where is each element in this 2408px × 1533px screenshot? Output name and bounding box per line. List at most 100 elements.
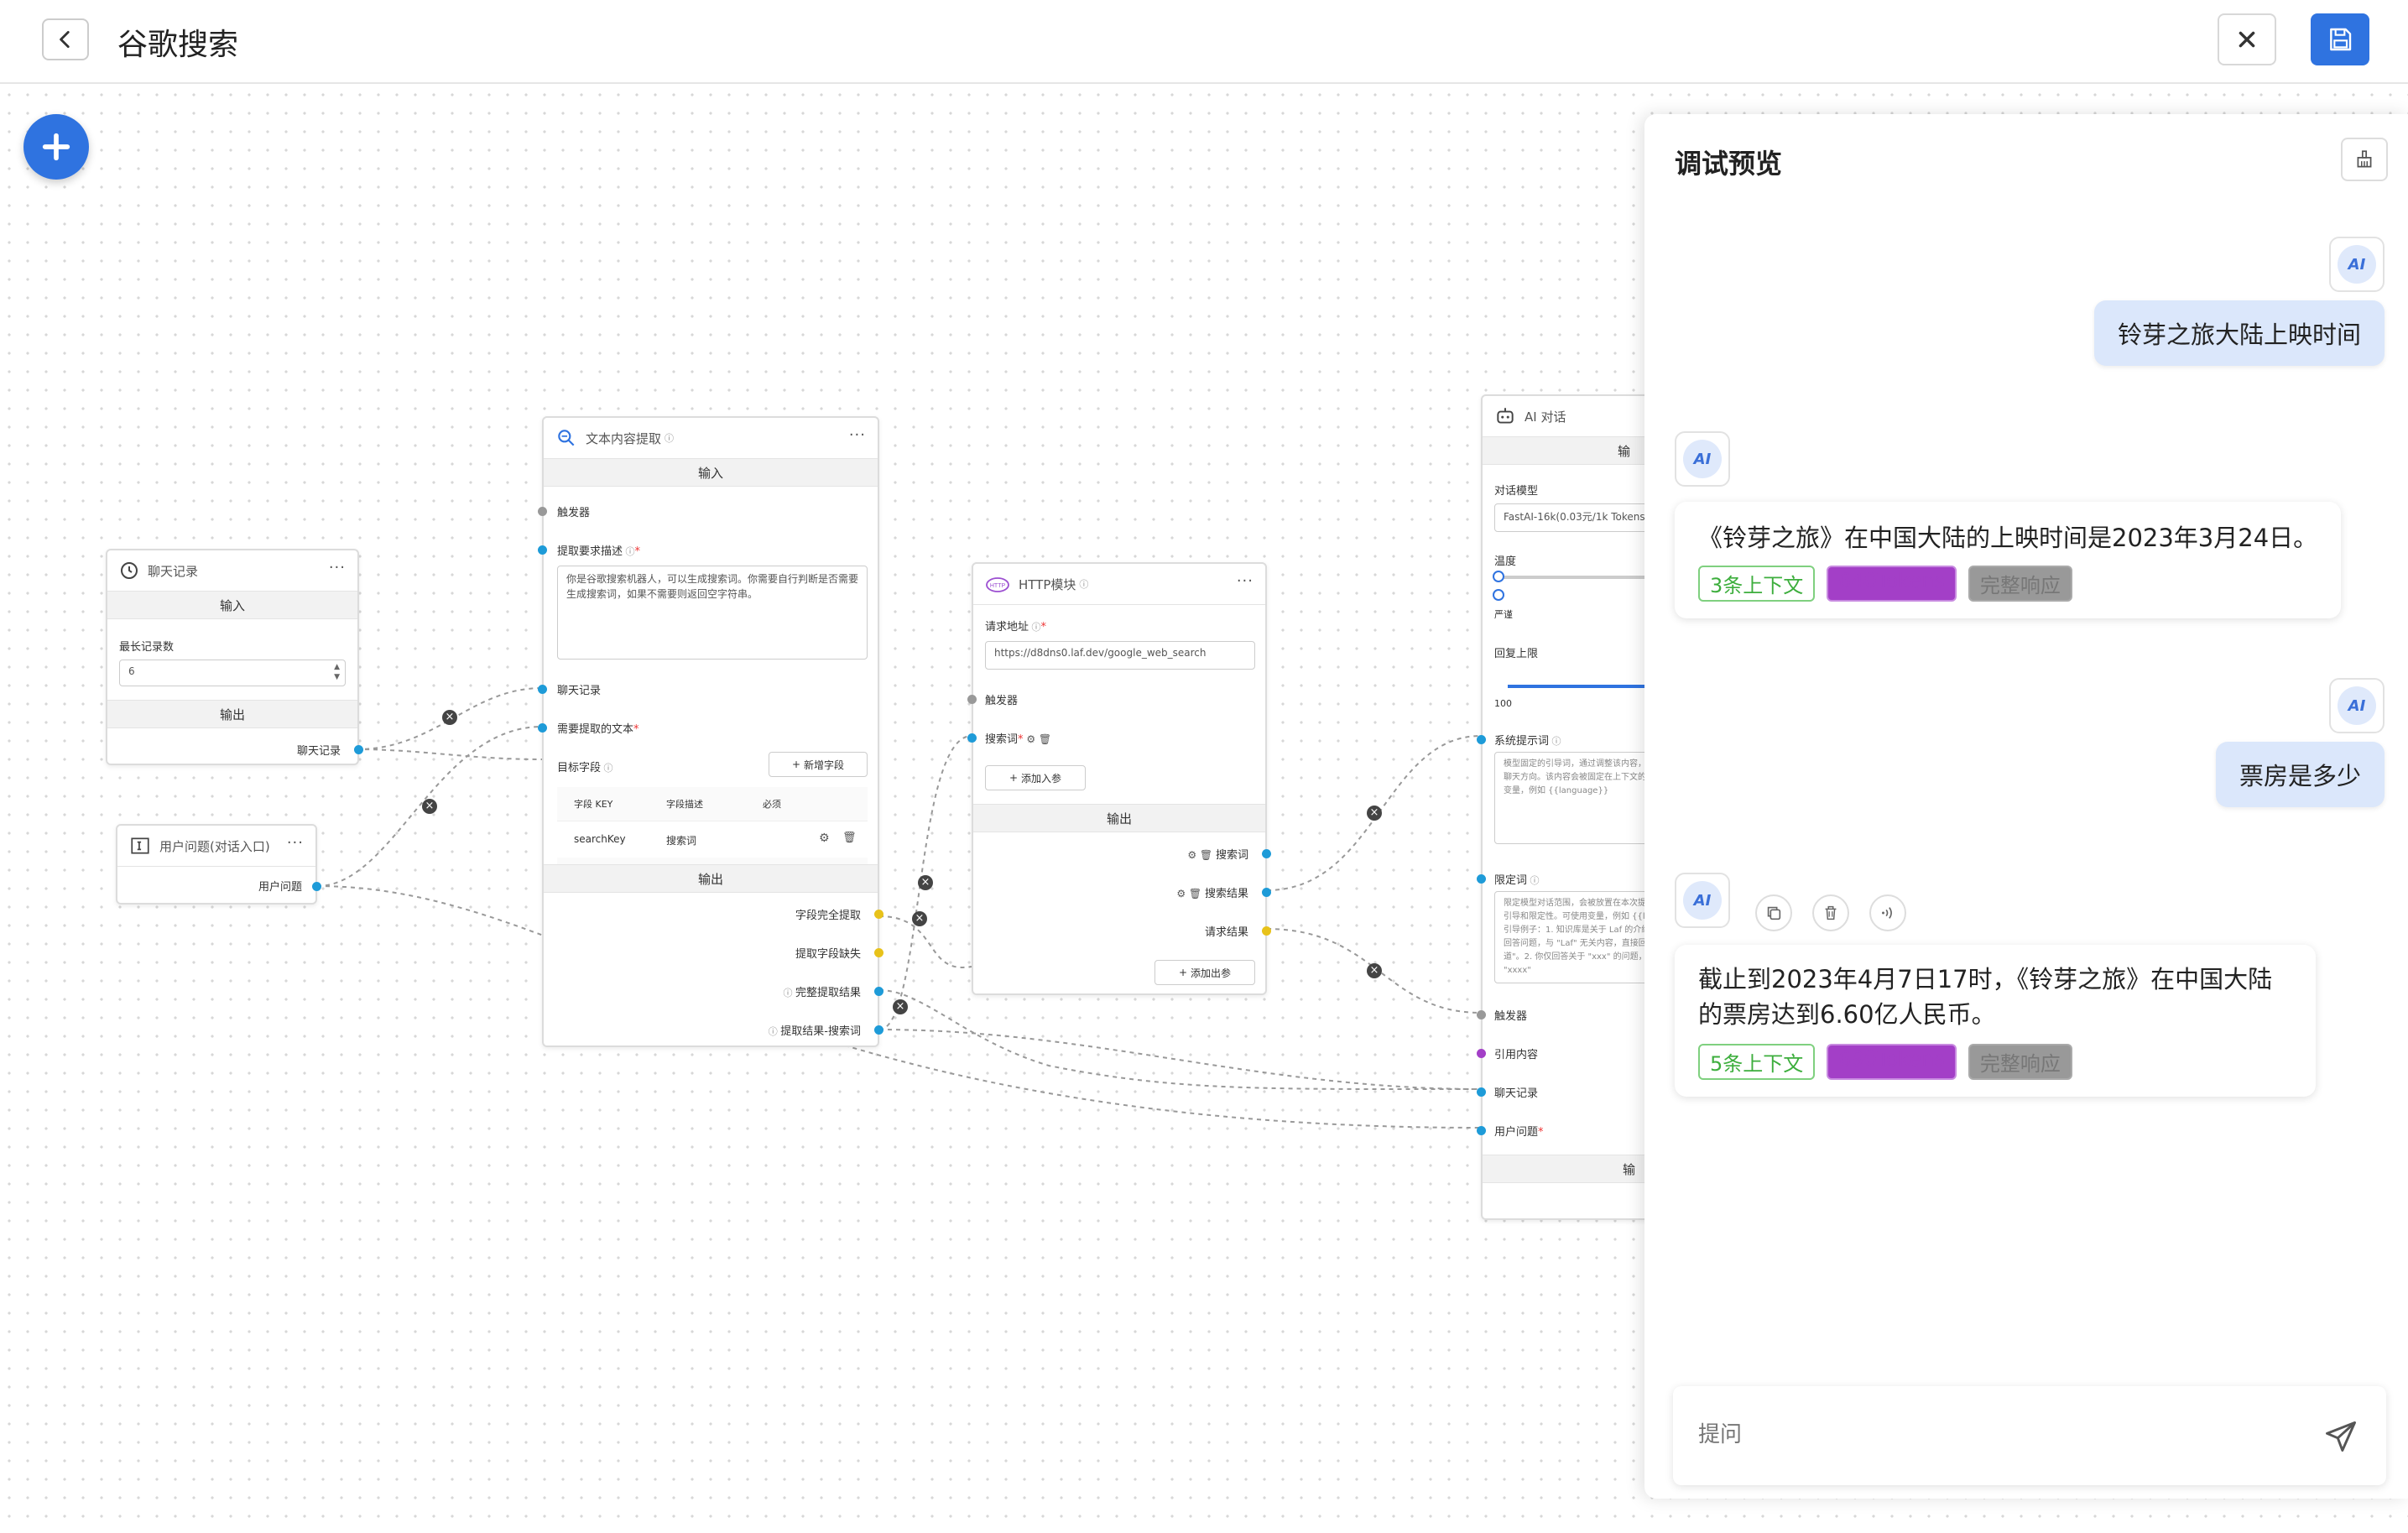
user-message: 票房是多少 xyxy=(2215,742,2385,807)
plus-icon: + xyxy=(791,759,801,770)
output-port[interactable] xyxy=(1262,926,1271,936)
robot-icon xyxy=(1497,408,1514,424)
input-port[interactable] xyxy=(1477,874,1486,884)
read-aloud-button[interactable] xyxy=(1869,894,1906,931)
help-icon[interactable]: ⓘ xyxy=(665,431,674,445)
panel-title: 调试预览 xyxy=(1675,148,1783,180)
context-tag[interactable]: 3条上下文 xyxy=(1698,566,1816,602)
target-field-label: 目标字段 ⓘ xyxy=(557,762,613,774)
delete-icon[interactable]: 🗑 xyxy=(842,832,857,844)
input-port[interactable] xyxy=(538,545,547,555)
slider-handle[interactable] xyxy=(1493,589,1504,601)
desc-textarea[interactable]: 你是谷歌搜索机器人，可以生成搜索词。你需要自行判断是否需要生成搜索词，如果不需要… xyxy=(557,566,868,660)
input-port[interactable] xyxy=(538,507,547,516)
broom-icon xyxy=(2357,150,2372,168)
output-port[interactable] xyxy=(1262,849,1271,858)
user-message: 铃芽之旅大陆上映时间 xyxy=(2093,300,2385,366)
edge-delete-icon[interactable]: × xyxy=(912,911,927,926)
tokens-tag[interactable]: 690Tokens xyxy=(1827,1044,1957,1080)
node-title: AI 对话 xyxy=(1525,409,1566,425)
help-icon[interactable]: ⓘ xyxy=(1079,577,1088,591)
avatar-label: AI xyxy=(2338,686,2376,725)
column-header: 必须 xyxy=(763,799,781,810)
node-user-question[interactable]: 用户问题(对话入口) ··· 用户问题 xyxy=(116,824,321,905)
settings-icon[interactable]: ⚙ xyxy=(819,832,830,845)
output-port[interactable] xyxy=(312,882,321,891)
input-port[interactable] xyxy=(1477,735,1486,744)
node-text-extract[interactable]: 文本内容提取 ⓘ ··· 输入 触发器 提取要求描述 ⓘ* 你是谷歌搜索机器人，… xyxy=(538,416,883,1047)
node-http[interactable]: HTTP HTTP模块 ⓘ ··· 请求地址 ⓘ* https://d8dns0… xyxy=(967,562,1271,995)
stepper-icon[interactable]: ▲ ▼ xyxy=(334,662,340,682)
node-title: 用户问题(对话入口) xyxy=(159,838,270,854)
plus-icon: + xyxy=(1009,772,1019,784)
table-row: searchKey 搜索词 ⚙ 🗑 xyxy=(557,821,868,858)
more-icon[interactable]: ··· xyxy=(849,426,866,444)
edge-delete-icon[interactable]: × xyxy=(893,999,908,1014)
bot-message: 截止到2023年4月7日17时，《铃芽之旅》在中国大陆的票房达到6.60亿人民币… xyxy=(1675,945,2316,1097)
history-label: 聊天记录 xyxy=(1494,1087,1539,1100)
input-port[interactable] xyxy=(1477,1010,1486,1019)
edge-delete-icon[interactable]: × xyxy=(442,710,457,725)
delete-message-button[interactable] xyxy=(1812,894,1849,931)
add-input-button[interactable]: + 添加入参 xyxy=(985,765,1086,790)
quote-label: 引用内容 xyxy=(1494,1049,1539,1061)
avatar-label: AI xyxy=(2338,245,2376,284)
output-port[interactable] xyxy=(1262,888,1271,897)
add-field-button[interactable]: + 新增字段 xyxy=(769,752,868,777)
chat-input[interactable] xyxy=(1697,1416,2284,1453)
edge-delete-icon[interactable]: × xyxy=(1367,963,1382,978)
output-chat-history-label: 聊天记录 xyxy=(296,745,341,758)
edge-delete-icon[interactable]: × xyxy=(422,799,437,814)
copy-icon xyxy=(1767,906,1781,920)
input-section-header: 输入 xyxy=(544,458,878,487)
input-port[interactable] xyxy=(967,695,977,704)
add-node-button[interactable] xyxy=(23,114,89,180)
more-icon[interactable]: ··· xyxy=(1237,572,1254,590)
edge-delete-icon[interactable]: × xyxy=(1367,806,1382,821)
input-port[interactable] xyxy=(967,733,977,743)
avatar-label: AI xyxy=(1683,881,1722,920)
trigger-label: 触发器 xyxy=(1494,1010,1528,1023)
edge-delete-icon[interactable]: × xyxy=(918,875,933,890)
question-label: 用户问题* xyxy=(1494,1126,1544,1139)
input-port[interactable] xyxy=(1477,1087,1486,1097)
clock-icon xyxy=(121,562,138,579)
desc-label: 提取要求描述 ⓘ* xyxy=(557,545,641,558)
plus-icon xyxy=(42,133,70,161)
node-header: 用户问题(对话入口) ··· xyxy=(117,826,315,866)
clear-chat-button[interactable] xyxy=(2341,138,2388,181)
add-output-button[interactable]: + 添加出参 xyxy=(1154,960,1255,985)
output-port[interactable] xyxy=(874,910,883,919)
history-input-label: 聊天记录 xyxy=(557,685,602,697)
context-tag[interactable]: 5条上下文 xyxy=(1698,1044,1816,1080)
more-icon[interactable]: ··· xyxy=(329,559,346,576)
avatar-label: AI xyxy=(1683,440,1722,478)
full-response-tag[interactable]: 完整响应 xyxy=(1968,566,2072,602)
node-title: 聊天记录 xyxy=(148,563,199,579)
output-port[interactable] xyxy=(874,1025,883,1035)
input-port[interactable] xyxy=(1477,1049,1486,1058)
edge-extract-out-ai xyxy=(878,989,1482,1091)
full-response-tag[interactable]: 完整响应 xyxy=(1968,1044,2072,1080)
trash-icon xyxy=(1825,905,1837,920)
http-icon: HTTP xyxy=(986,577,1009,592)
url-input[interactable]: https://d8dns0.laf.dev/google_web_search xyxy=(985,641,1255,670)
node-chat-history[interactable]: 聊天记录 ··· 输入 最长记录数 6 ▲ ▼ 输出 聊天记录 xyxy=(106,549,363,765)
more-icon[interactable]: ··· xyxy=(287,834,304,852)
max-records-input[interactable]: 6 ▲ ▼ xyxy=(119,660,346,686)
slider-handle[interactable] xyxy=(1493,571,1504,582)
output-port[interactable] xyxy=(354,745,363,754)
input-port[interactable] xyxy=(538,723,547,733)
url-label: 请求地址 ⓘ* xyxy=(985,621,1047,634)
output-port[interactable] xyxy=(874,948,883,957)
send-button[interactable] xyxy=(2319,1415,2363,1458)
max-records-label: 最长记录数 xyxy=(119,641,175,654)
input-port[interactable] xyxy=(1477,1126,1486,1135)
chat-input-box xyxy=(1673,1386,2386,1485)
tokens-tag[interactable]: 640Tokens xyxy=(1827,566,1957,602)
output-port[interactable] xyxy=(874,987,883,996)
trigger-label: 触发器 xyxy=(557,507,591,519)
copy-button[interactable] xyxy=(1755,894,1792,931)
message-tags: 5条上下文 690Tokens 完整响应 xyxy=(1698,1044,2292,1080)
input-port[interactable] xyxy=(538,685,547,694)
